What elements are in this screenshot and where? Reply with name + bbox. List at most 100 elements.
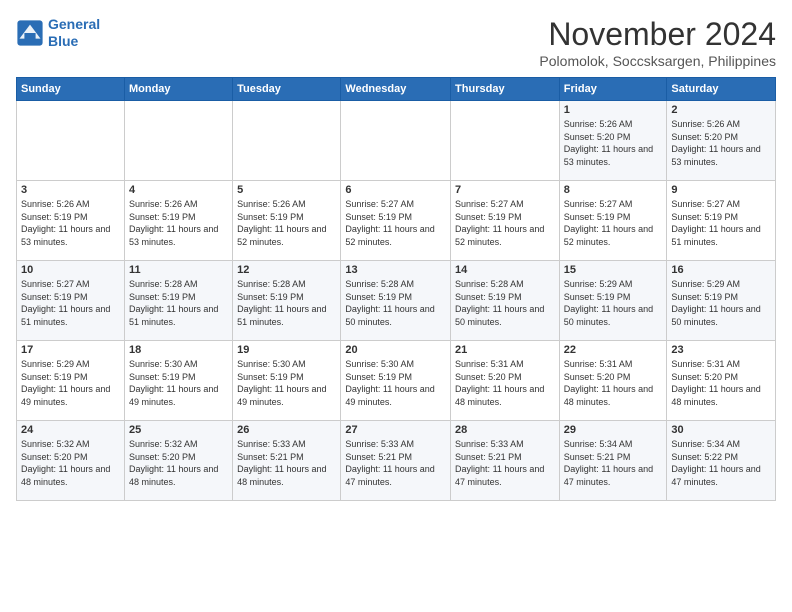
calendar-cell: 19Sunrise: 5:30 AMSunset: 5:19 PMDayligh… bbox=[233, 341, 341, 421]
day-info: Sunrise: 5:27 AMSunset: 5:19 PMDaylight:… bbox=[345, 198, 446, 248]
calendar-cell: 26Sunrise: 5:33 AMSunset: 5:21 PMDayligh… bbox=[233, 421, 341, 501]
day-number: 5 bbox=[237, 184, 336, 196]
day-info: Sunrise: 5:32 AMSunset: 5:20 PMDaylight:… bbox=[129, 438, 228, 488]
day-number: 3 bbox=[21, 184, 120, 196]
day-number: 25 bbox=[129, 424, 228, 436]
day-info: Sunrise: 5:27 AMSunset: 5:19 PMDaylight:… bbox=[564, 198, 663, 248]
day-number: 6 bbox=[345, 184, 446, 196]
calendar-cell: 13Sunrise: 5:28 AMSunset: 5:19 PMDayligh… bbox=[341, 261, 451, 341]
day-info: Sunrise: 5:33 AMSunset: 5:21 PMDaylight:… bbox=[345, 438, 446, 488]
day-info: Sunrise: 5:29 AMSunset: 5:19 PMDaylight:… bbox=[671, 278, 771, 328]
calendar-cell: 12 Sunrise: 5:28 AMSunset: 5:19 PMDayligh… bbox=[233, 261, 341, 341]
calendar-cell: 7 Sunrise: 5:27 AMSunset: 5:19 PMDaylight… bbox=[451, 181, 560, 261]
day-info: Sunrise: 5:33 AMSunset: 5:21 PMDaylight:… bbox=[455, 438, 555, 488]
logo-icon bbox=[16, 19, 44, 47]
calendar-cell: 4Sunrise: 5:26 AMSunset: 5:19 PMDaylight… bbox=[124, 181, 232, 261]
weekday-header-friday: Friday bbox=[559, 78, 667, 101]
calendar-week-3: 17 Sunrise: 5:29 AMSunset: 5:19 PMDayligh… bbox=[17, 341, 776, 421]
day-info: Sunrise: 5:27 AMSunset: 5:19 PMDaylight:… bbox=[671, 198, 771, 248]
calendar-cell: 2Sunrise: 5:26 AMSunset: 5:20 PMDaylight… bbox=[667, 101, 776, 181]
calendar-cell: 14Sunrise: 5:28 AMSunset: 5:19 PMDayligh… bbox=[451, 261, 560, 341]
month-title: November 2024 bbox=[539, 16, 776, 53]
calendar-cell: 9 Sunrise: 5:27 AMSunset: 5:19 PMDaylight… bbox=[667, 181, 776, 261]
day-number: 9 bbox=[671, 184, 771, 196]
day-info: Sunrise: 5:26 AMSunset: 5:19 PMDaylight:… bbox=[237, 198, 336, 248]
logo: General Blue bbox=[16, 16, 100, 50]
weekday-header-thursday: Thursday bbox=[451, 78, 560, 101]
calendar-cell: 18 Sunrise: 5:30 AMSunset: 5:19 PMDayligh… bbox=[124, 341, 232, 421]
calendar-cell: 11 Sunrise: 5:28 AMSunset: 5:19 PMDayligh… bbox=[124, 261, 232, 341]
day-number: 26 bbox=[237, 424, 336, 436]
day-number: 30 bbox=[671, 424, 771, 436]
calendar-cell: 25 Sunrise: 5:32 AMSunset: 5:20 PMDayligh… bbox=[124, 421, 232, 501]
calendar-week-1: 3 Sunrise: 5:26 AMSunset: 5:19 PMDaylight… bbox=[17, 181, 776, 261]
calendar-cell: 6 Sunrise: 5:27 AMSunset: 5:19 PMDaylight… bbox=[341, 181, 451, 261]
day-number: 29 bbox=[564, 424, 663, 436]
day-number: 20 bbox=[345, 344, 446, 356]
calendar-cell: 27 Sunrise: 5:33 AMSunset: 5:21 PMDayligh… bbox=[341, 421, 451, 501]
weekday-header-row: SundayMondayTuesdayWednesdayThursdayFrid… bbox=[17, 78, 776, 101]
calendar-cell bbox=[451, 101, 560, 181]
day-number: 24 bbox=[21, 424, 120, 436]
calendar-cell: 1Sunrise: 5:26 AMSunset: 5:20 PMDaylight… bbox=[559, 101, 667, 181]
day-number: 8 bbox=[564, 184, 663, 196]
day-info: Sunrise: 5:29 AMSunset: 5:19 PMDaylight:… bbox=[564, 278, 663, 328]
calendar-cell: 17 Sunrise: 5:29 AMSunset: 5:19 PMDayligh… bbox=[17, 341, 125, 421]
weekday-header-tuesday: Tuesday bbox=[233, 78, 341, 101]
day-info: Sunrise: 5:26 AMSunset: 5:20 PMDaylight:… bbox=[671, 118, 771, 168]
calendar-cell bbox=[17, 101, 125, 181]
calendar-header: SundayMondayTuesdayWednesdayThursdayFrid… bbox=[17, 78, 776, 101]
day-number: 7 bbox=[455, 184, 555, 196]
day-info: Sunrise: 5:31 AMSunset: 5:20 PMDaylight:… bbox=[671, 358, 771, 408]
calendar-cell: 24 Sunrise: 5:32 AMSunset: 5:20 PMDayligh… bbox=[17, 421, 125, 501]
day-number: 14 bbox=[455, 264, 555, 276]
day-number: 27 bbox=[345, 424, 446, 436]
day-number: 4 bbox=[129, 184, 228, 196]
calendar-week-0: 1Sunrise: 5:26 AMSunset: 5:20 PMDaylight… bbox=[17, 101, 776, 181]
day-number: 28 bbox=[455, 424, 555, 436]
calendar-cell: 5 Sunrise: 5:26 AMSunset: 5:19 PMDaylight… bbox=[233, 181, 341, 261]
calendar-week-4: 24 Sunrise: 5:32 AMSunset: 5:20 PMDayligh… bbox=[17, 421, 776, 501]
day-info: Sunrise: 5:28 AMSunset: 5:19 PMDaylight:… bbox=[129, 278, 228, 328]
calendar-cell: 21Sunrise: 5:31 AMSunset: 5:20 PMDayligh… bbox=[451, 341, 560, 421]
calendar-cell: 15Sunrise: 5:29 AMSunset: 5:19 PMDayligh… bbox=[559, 261, 667, 341]
day-number: 11 bbox=[129, 264, 228, 276]
day-info: Sunrise: 5:30 AMSunset: 5:19 PMDaylight:… bbox=[129, 358, 228, 408]
day-number: 12 bbox=[237, 264, 336, 276]
calendar-week-2: 10Sunrise: 5:27 AMSunset: 5:19 PMDayligh… bbox=[17, 261, 776, 341]
day-info: Sunrise: 5:32 AMSunset: 5:20 PMDaylight:… bbox=[21, 438, 120, 488]
day-info: Sunrise: 5:34 AMSunset: 5:21 PMDaylight:… bbox=[564, 438, 663, 488]
day-info: Sunrise: 5:27 AMSunset: 5:19 PMDaylight:… bbox=[21, 278, 120, 328]
calendar-cell: 28 Sunrise: 5:33 AMSunset: 5:21 PMDayligh… bbox=[451, 421, 560, 501]
day-number: 18 bbox=[129, 344, 228, 356]
day-number: 17 bbox=[21, 344, 120, 356]
calendar-cell: 8 Sunrise: 5:27 AMSunset: 5:19 PMDaylight… bbox=[559, 181, 667, 261]
day-info: Sunrise: 5:29 AMSunset: 5:19 PMDaylight:… bbox=[21, 358, 120, 408]
day-info: Sunrise: 5:34 AMSunset: 5:22 PMDaylight:… bbox=[671, 438, 771, 488]
calendar-table: SundayMondayTuesdayWednesdayThursdayFrid… bbox=[16, 77, 776, 501]
calendar-cell: 29 Sunrise: 5:34 AMSunset: 5:21 PMDayligh… bbox=[559, 421, 667, 501]
weekday-header-wednesday: Wednesday bbox=[341, 78, 451, 101]
logo-line1: General bbox=[48, 16, 100, 32]
calendar-cell: 22Sunrise: 5:31 AMSunset: 5:20 PMDayligh… bbox=[559, 341, 667, 421]
calendar-cell bbox=[341, 101, 451, 181]
day-number: 16 bbox=[671, 264, 771, 276]
day-info: Sunrise: 5:27 AMSunset: 5:19 PMDaylight:… bbox=[455, 198, 555, 248]
day-info: Sunrise: 5:30 AMSunset: 5:19 PMDaylight:… bbox=[345, 358, 446, 408]
calendar-cell: 23Sunrise: 5:31 AMSunset: 5:20 PMDayligh… bbox=[667, 341, 776, 421]
day-info: Sunrise: 5:28 AMSunset: 5:19 PMDaylight:… bbox=[345, 278, 446, 328]
weekday-header-monday: Monday bbox=[124, 78, 232, 101]
calendar-body: 1Sunrise: 5:26 AMSunset: 5:20 PMDaylight… bbox=[17, 101, 776, 501]
calendar-cell: 16 Sunrise: 5:29 AMSunset: 5:19 PMDayligh… bbox=[667, 261, 776, 341]
day-number: 22 bbox=[564, 344, 663, 356]
day-info: Sunrise: 5:31 AMSunset: 5:20 PMDaylight:… bbox=[455, 358, 555, 408]
calendar-cell: 20 Sunrise: 5:30 AMSunset: 5:19 PMDayligh… bbox=[341, 341, 451, 421]
page-header: General Blue November 2024 Polomolok, So… bbox=[16, 16, 776, 69]
calendar-cell bbox=[233, 101, 341, 181]
calendar-cell: 30 Sunrise: 5:34 AMSunset: 5:22 PMDayligh… bbox=[667, 421, 776, 501]
logo-text: General Blue bbox=[48, 16, 100, 50]
day-info: Sunrise: 5:26 AMSunset: 5:19 PMDaylight:… bbox=[21, 198, 120, 248]
calendar-cell: 10Sunrise: 5:27 AMSunset: 5:19 PMDayligh… bbox=[17, 261, 125, 341]
day-info: Sunrise: 5:28 AMSunset: 5:19 PMDaylight:… bbox=[237, 278, 336, 328]
title-area: November 2024 Polomolok, Soccsksargen, P… bbox=[539, 16, 776, 69]
